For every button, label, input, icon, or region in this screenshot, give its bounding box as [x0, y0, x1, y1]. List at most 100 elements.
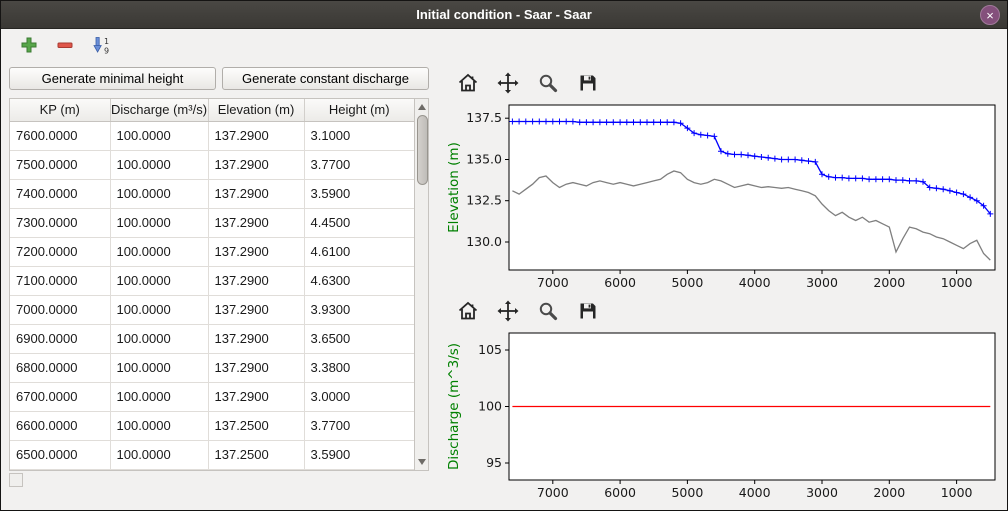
table-cell[interactable]: 6900.0000 [10, 324, 110, 353]
add-row-button[interactable] [15, 33, 43, 59]
table-cell[interactable]: 100.0000 [110, 179, 208, 208]
generate-minimal-height-button[interactable]: Generate minimal height [9, 67, 216, 90]
close-button[interactable]: × [980, 5, 1000, 25]
save-button[interactable] [573, 298, 603, 326]
table-row[interactable]: 7100.0000100.0000137.29004.6300 [10, 266, 414, 295]
pan-button[interactable] [493, 298, 523, 326]
save-button[interactable] [573, 70, 603, 98]
scroll-up-icon [418, 104, 426, 110]
table-row[interactable]: 6900.0000100.0000137.29003.6500 [10, 324, 414, 353]
sort-rows-button[interactable]: 1 9 [87, 33, 115, 59]
scroll-track[interactable] [415, 114, 428, 455]
table-cell[interactable]: 3.9300 [304, 295, 414, 324]
table-cell[interactable]: 6700.0000 [10, 382, 110, 411]
column-header-kp[interactable]: KP (m) [10, 99, 110, 121]
scroll-up-button[interactable] [415, 99, 428, 114]
table-cell[interactable]: 4.6100 [304, 237, 414, 266]
table-cell[interactable]: 7400.0000 [10, 179, 110, 208]
table-cell[interactable]: 7500.0000 [10, 150, 110, 179]
remove-row-button[interactable] [51, 33, 79, 59]
table-row[interactable]: 6600.0000100.0000137.25003.7700 [10, 411, 414, 440]
zoom-button[interactable] [533, 70, 563, 98]
table-cell[interactable]: 3.7700 [304, 150, 414, 179]
table-cell[interactable]: 100.0000 [110, 121, 208, 150]
table-cell[interactable]: 7200.0000 [10, 237, 110, 266]
table-cell[interactable]: 137.2500 [208, 440, 304, 469]
table-cell[interactable]: 6500.0000 [10, 440, 110, 469]
table-row[interactable]: 7200.0000100.0000137.29004.6100 [10, 237, 414, 266]
table-cell[interactable]: 137.2900 [208, 179, 304, 208]
svg-text:6000: 6000 [604, 275, 636, 290]
column-header-elevation[interactable]: Elevation (m) [208, 99, 304, 121]
table-cell[interactable]: 100.0000 [110, 440, 208, 469]
table-cell[interactable]: 100.0000 [110, 382, 208, 411]
table-cell[interactable]: 137.2900 [208, 382, 304, 411]
table-cell[interactable]: 100.0000 [110, 324, 208, 353]
table-cell[interactable]: 3.7700 [304, 411, 414, 440]
table-cell[interactable]: 137.2900 [208, 150, 304, 179]
table-cell[interactable]: 100.0000 [110, 150, 208, 179]
svg-text:5000: 5000 [671, 485, 703, 500]
table-cell[interactable]: 137.2900 [208, 266, 304, 295]
scroll-down-button[interactable] [415, 455, 428, 470]
table-cell[interactable]: 100.0000 [110, 411, 208, 440]
discharge-chart[interactable]: 700060005000400030002000100095100105Disc… [443, 327, 1003, 505]
table-cell[interactable]: 3.3800 [304, 353, 414, 382]
table-body: 7600.0000100.0000137.29003.10007500.0000… [10, 121, 414, 469]
table-cell[interactable]: 137.2900 [208, 237, 304, 266]
table-cell[interactable]: 137.2900 [208, 353, 304, 382]
elevation-chart[interactable]: 7000600050004000300020001000130.0132.513… [443, 99, 1003, 295]
svg-text:Discharge (m^3/s): Discharge (m^3/s) [446, 343, 462, 470]
minus-icon [56, 36, 74, 57]
svg-text:130.0: 130.0 [466, 234, 502, 249]
table-cell[interactable]: 6600.0000 [10, 411, 110, 440]
table-row[interactable]: 6700.0000100.0000137.29003.0000 [10, 382, 414, 411]
svg-text:9: 9 [104, 46, 109, 55]
table-row[interactable]: 6500.0000100.0000137.25003.5900 [10, 440, 414, 469]
table-cell[interactable]: 100.0000 [110, 208, 208, 237]
column-header-height[interactable]: Height (m) [304, 99, 414, 121]
table-vertical-scrollbar[interactable] [414, 99, 428, 470]
generate-constant-discharge-button[interactable]: Generate constant discharge [222, 67, 429, 90]
scroll-thumb[interactable] [417, 115, 428, 185]
table-cell[interactable]: 7600.0000 [10, 121, 110, 150]
svg-text:4000: 4000 [739, 485, 771, 500]
zoom-button[interactable] [533, 298, 563, 326]
table-cell[interactable]: 3.1000 [304, 121, 414, 150]
table-row[interactable]: 7600.0000100.0000137.29003.1000 [10, 121, 414, 150]
column-header-discharge[interactable]: Discharge (m³/s) [110, 99, 208, 121]
table-cell[interactable]: 3.5900 [304, 179, 414, 208]
horizontal-scrollbar-stub[interactable] [9, 473, 23, 487]
table-cell[interactable]: 7000.0000 [10, 295, 110, 324]
table-cell[interactable]: 137.2900 [208, 121, 304, 150]
table-cell[interactable]: 4.6300 [304, 266, 414, 295]
sort-descending-icon: 1 9 [91, 35, 111, 58]
table-row[interactable]: 7000.0000100.0000137.29003.9300 [10, 295, 414, 324]
table-cell[interactable]: 3.6500 [304, 324, 414, 353]
table-cell[interactable]: 3.5900 [304, 440, 414, 469]
table-cell[interactable]: 137.2500 [208, 411, 304, 440]
table-cell[interactable]: 100.0000 [110, 353, 208, 382]
table-cell[interactable]: 3.0000 [304, 382, 414, 411]
table-cell[interactable]: 7300.0000 [10, 208, 110, 237]
table-cell[interactable]: 100.0000 [110, 295, 208, 324]
table-cell[interactable]: 6800.0000 [10, 353, 110, 382]
svg-text:137.5: 137.5 [466, 110, 502, 125]
pan-button[interactable] [493, 70, 523, 98]
table-cell[interactable]: 7100.0000 [10, 266, 110, 295]
table-cell[interactable]: 137.2900 [208, 208, 304, 237]
table-row[interactable]: 6800.0000100.0000137.29003.3800 [10, 353, 414, 382]
table-cell[interactable]: 137.2900 [208, 324, 304, 353]
home-button[interactable] [453, 298, 483, 326]
svg-text:1000: 1000 [941, 485, 973, 500]
table-cell[interactable]: 100.0000 [110, 266, 208, 295]
table-cell[interactable]: 100.0000 [110, 237, 208, 266]
table-row[interactable]: 7500.0000100.0000137.29003.7700 [10, 150, 414, 179]
titlebar[interactable]: Initial condition - Saar - Saar × [1, 1, 1007, 29]
table-cell[interactable]: 4.4500 [304, 208, 414, 237]
table-row[interactable]: 7300.0000100.0000137.29004.4500 [10, 208, 414, 237]
table-cell[interactable]: 137.2900 [208, 295, 304, 324]
home-button[interactable] [453, 70, 483, 98]
svg-text:3000: 3000 [806, 485, 838, 500]
table-row[interactable]: 7400.0000100.0000137.29003.5900 [10, 179, 414, 208]
